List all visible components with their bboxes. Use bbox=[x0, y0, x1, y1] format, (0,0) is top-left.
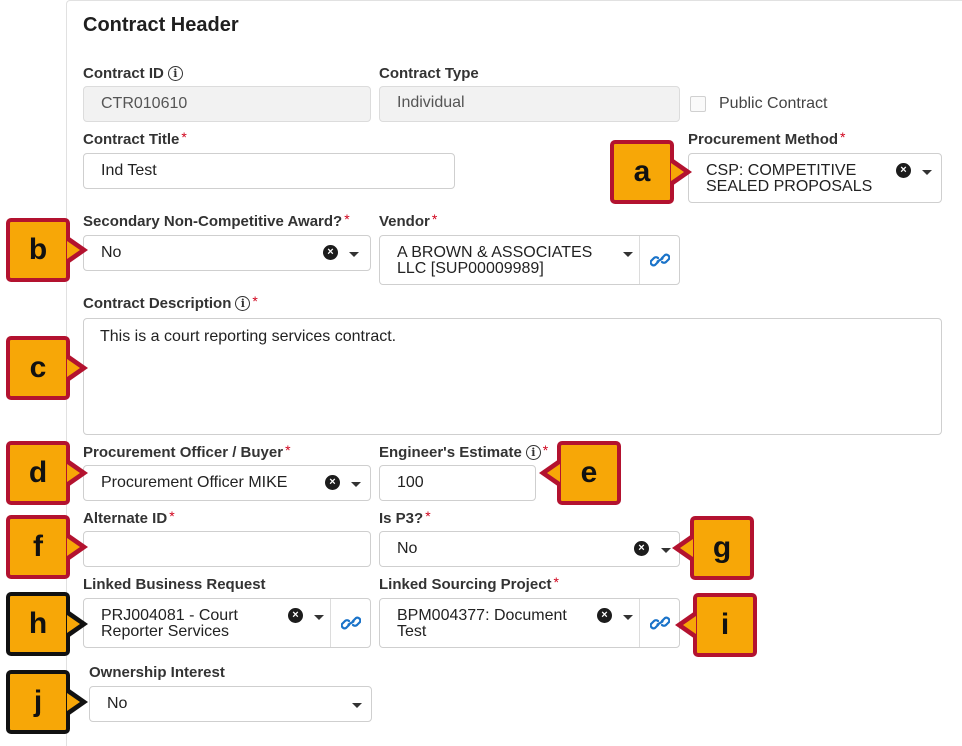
contract-id-label: Contract ID i bbox=[83, 65, 183, 82]
sourcing-project-label: Linked Sourcing Project * bbox=[379, 573, 559, 594]
business-request-label: Linked Business Request bbox=[83, 576, 266, 593]
secondary-award-select[interactable]: No × bbox=[83, 235, 371, 271]
callout-a: a bbox=[610, 140, 692, 204]
is-p3-label: Is P3? * bbox=[379, 507, 431, 528]
callout-c: c bbox=[6, 336, 88, 400]
clear-icon[interactable]: × bbox=[597, 608, 612, 623]
business-request-link-button[interactable] bbox=[330, 599, 370, 647]
description-label: Contract Description i * bbox=[83, 292, 258, 313]
public-contract-label: Public Contract bbox=[719, 95, 828, 112]
contract-title-label: Contract Title * bbox=[83, 128, 187, 149]
chevron-down-icon[interactable] bbox=[349, 252, 359, 257]
chevron-down-icon[interactable] bbox=[623, 252, 633, 257]
clear-icon[interactable]: × bbox=[323, 245, 338, 260]
callout-j: j bbox=[6, 670, 88, 734]
sourcing-project-link-button[interactable] bbox=[639, 599, 679, 647]
clear-icon[interactable]: × bbox=[325, 475, 340, 490]
link-icon bbox=[650, 253, 670, 267]
description-textarea[interactable]: This is a court reporting services contr… bbox=[83, 318, 942, 435]
contract-id-field[interactable]: CTR010610 bbox=[83, 86, 371, 122]
info-icon[interactable]: i bbox=[235, 296, 251, 311]
chevron-down-icon[interactable] bbox=[661, 548, 671, 553]
clear-icon[interactable]: × bbox=[896, 163, 911, 178]
estimate-input[interactable]: 100 bbox=[379, 465, 536, 501]
procurement-method-select[interactable]: CSP: COMPETITIVE SEALED PROPOSALS × bbox=[688, 153, 942, 203]
chevron-down-icon[interactable] bbox=[351, 482, 361, 487]
secondary-award-label: Secondary Non-Competitive Award? * bbox=[83, 210, 350, 231]
link-icon bbox=[650, 616, 670, 630]
officer-label: Procurement Officer / Buyer * bbox=[83, 441, 291, 462]
info-icon[interactable]: i bbox=[525, 445, 541, 460]
callout-f: f bbox=[6, 515, 88, 579]
sourcing-project-select[interactable]: BPM004377: Document Test × bbox=[379, 598, 680, 648]
estimate-label: Engineer's Estimate i * bbox=[379, 441, 549, 462]
procurement-method-label: Procurement Method * bbox=[688, 128, 846, 149]
info-icon[interactable]: i bbox=[167, 66, 183, 81]
callout-h: h bbox=[6, 592, 88, 656]
callout-i: i bbox=[675, 593, 757, 657]
ownership-select[interactable]: No bbox=[89, 686, 372, 722]
ownership-label: Ownership Interest bbox=[89, 664, 225, 681]
officer-select[interactable]: Procurement Officer MIKE × bbox=[83, 465, 371, 501]
callout-g: g bbox=[672, 516, 754, 580]
link-icon bbox=[341, 616, 361, 630]
page-title: Contract Header bbox=[83, 14, 239, 36]
alternate-id-input[interactable] bbox=[83, 531, 371, 567]
clear-icon[interactable]: × bbox=[288, 608, 303, 623]
clear-icon[interactable]: × bbox=[634, 541, 649, 556]
contract-type-label: Contract Type bbox=[379, 65, 479, 82]
vendor-select[interactable]: A BROWN & ASSOCIATES LLC [SUP00009989] bbox=[379, 235, 680, 285]
vendor-label: Vendor * bbox=[379, 210, 438, 231]
callout-d: d bbox=[6, 441, 88, 505]
callout-e: e bbox=[539, 441, 621, 505]
chevron-down-icon[interactable] bbox=[922, 170, 932, 175]
chevron-down-icon[interactable] bbox=[623, 615, 633, 620]
alternate-id-label: Alternate ID * bbox=[83, 507, 175, 528]
chevron-down-icon[interactable] bbox=[314, 615, 324, 620]
contract-title-input[interactable]: Ind Test bbox=[83, 153, 455, 189]
callout-b: b bbox=[6, 218, 88, 282]
is-p3-select[interactable]: No × bbox=[379, 531, 680, 567]
chevron-down-icon[interactable] bbox=[352, 703, 362, 708]
vendor-link-button[interactable] bbox=[639, 236, 679, 284]
business-request-select[interactable]: PRJ004081 - Court Reporter Services × bbox=[83, 598, 371, 648]
contract-type-field[interactable]: Individual bbox=[379, 86, 680, 122]
public-contract-checkbox[interactable] bbox=[690, 96, 706, 112]
